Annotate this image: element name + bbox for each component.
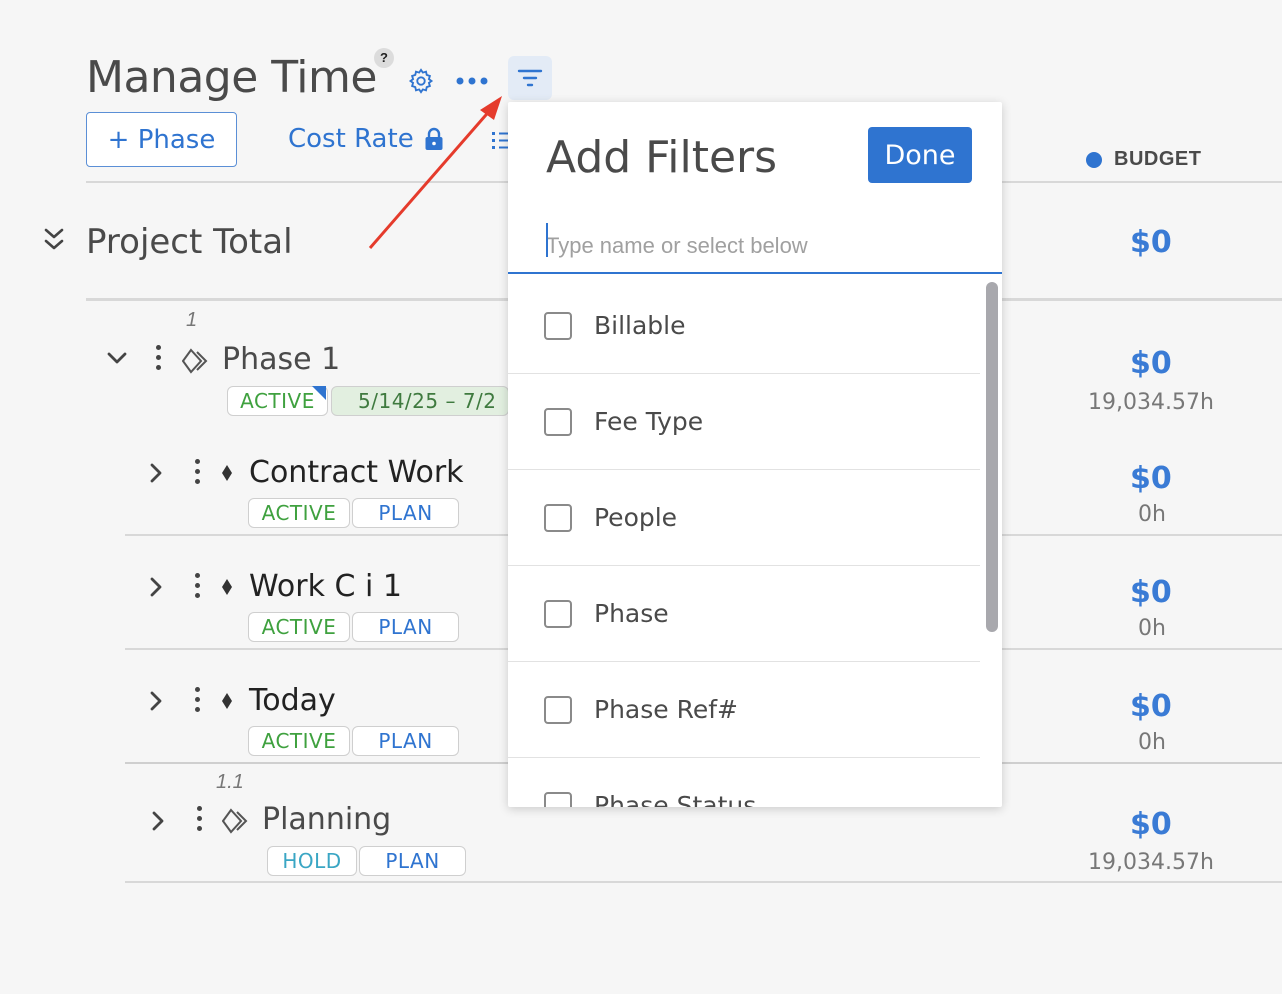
plan-badge[interactable]: PLAN (352, 498, 459, 528)
budget-legend-dot (1086, 151, 1102, 168)
row-menu-icon[interactable] (194, 687, 200, 712)
phase-hours: 19,034.57h (1088, 390, 1214, 415)
task-hours: 0h (1138, 502, 1166, 527)
filter-option-fee-type[interactable]: Fee Type (508, 374, 980, 470)
corner-flag-icon (312, 386, 326, 400)
chevron-right-icon[interactable] (148, 690, 164, 717)
filter-option-label: People (594, 503, 678, 532)
task-title[interactable]: Contract Work (249, 455, 464, 490)
checkbox[interactable] (544, 311, 572, 340)
status-badge: HOLD (267, 846, 357, 876)
phase-number: 1.1 (216, 771, 244, 793)
dropdown-title: Add Filters (546, 132, 778, 183)
row-divider (125, 881, 1282, 883)
chevron-right-icon[interactable] (148, 576, 164, 603)
page-title: Manage Time (86, 52, 377, 103)
task-budget: $0 (1130, 689, 1172, 724)
task-budget: $0 (1130, 575, 1172, 610)
filter-option-label: Phase (594, 599, 669, 628)
filter-option-billable[interactable]: Billable (508, 278, 980, 374)
collapse-all-icon[interactable] (42, 226, 66, 259)
filter-search-input[interactable] (508, 220, 1002, 274)
task-hours: 0h (1138, 730, 1166, 755)
checkbox[interactable] (544, 599, 572, 628)
phase-diamond-icon (181, 348, 210, 379)
chevron-right-icon[interactable] (150, 810, 166, 837)
plan-badge[interactable]: PLAN (352, 726, 459, 756)
budget-column-header: BUDGET (1086, 148, 1201, 171)
task-budget: $0 (1130, 461, 1172, 496)
phase-hours: 19,034.57h (1088, 850, 1214, 875)
checkbox[interactable] (544, 407, 572, 436)
filter-options-list: Billable Fee Type People Phase Phase Ref… (508, 278, 980, 807)
chevron-right-icon[interactable] (148, 462, 164, 489)
phase-diamond-icon (221, 808, 250, 839)
checkbox[interactable] (544, 791, 572, 807)
task-diamond-icon (220, 691, 234, 716)
add-filters-dropdown: Add Filters Done Billable Fee Type Peopl… (508, 102, 1002, 807)
project-total-budget: $0 (1130, 225, 1172, 260)
date-range-badge[interactable]: 5/14/25 – 7/2 (331, 386, 509, 416)
filter-option-phase[interactable]: Phase (508, 566, 980, 662)
chevron-down-icon[interactable] (106, 350, 128, 371)
plan-badge[interactable]: PLAN (359, 846, 466, 876)
task-title[interactable]: Work C i 1 (249, 569, 402, 604)
checkbox[interactable] (544, 503, 572, 532)
text-caret (546, 223, 548, 257)
status-badge: ACTIVE (248, 498, 350, 528)
filter-icon[interactable] (508, 56, 552, 100)
task-diamond-icon (220, 463, 234, 488)
filter-option-label: Billable (594, 311, 686, 340)
phase-budget: $0 (1130, 346, 1172, 381)
row-menu-icon[interactable] (194, 459, 200, 484)
phase-title[interactable]: Planning (262, 802, 391, 837)
scrollbar[interactable] (986, 282, 998, 632)
budget-column-label: BUDGET (1114, 148, 1202, 170)
status-badge: ACTIVE (248, 612, 350, 642)
phase-title[interactable]: Phase 1 (222, 342, 340, 377)
row-menu-icon[interactable] (196, 806, 202, 831)
task-diamond-icon (220, 577, 234, 602)
filter-option-label: Phase Status (594, 791, 757, 807)
status-badge: ACTIVE (248, 726, 350, 756)
phase-budget: $0 (1130, 807, 1172, 842)
checkbox[interactable] (544, 695, 572, 724)
task-hours: 0h (1138, 616, 1166, 641)
task-title[interactable]: Today (249, 683, 336, 718)
row-menu-icon[interactable] (194, 573, 200, 598)
add-phase-button[interactable]: + Phase (86, 112, 237, 167)
filter-option-people[interactable]: People (508, 470, 980, 566)
plan-badge[interactable]: PLAN (352, 612, 459, 642)
filter-option-label: Fee Type (594, 407, 704, 436)
annotation-arrow-icon (368, 96, 502, 249)
filter-option-phase-status[interactable]: Phase Status (508, 758, 980, 807)
filter-option-label: Phase Ref# (594, 695, 738, 724)
done-button[interactable]: Done (868, 127, 972, 183)
row-menu-icon[interactable] (155, 345, 161, 370)
help-icon[interactable]: ? (374, 48, 394, 68)
phase-number: 1 (186, 309, 198, 331)
project-total-label: Project Total (86, 222, 293, 262)
filter-option-phase-ref[interactable]: Phase Ref# (508, 662, 980, 758)
